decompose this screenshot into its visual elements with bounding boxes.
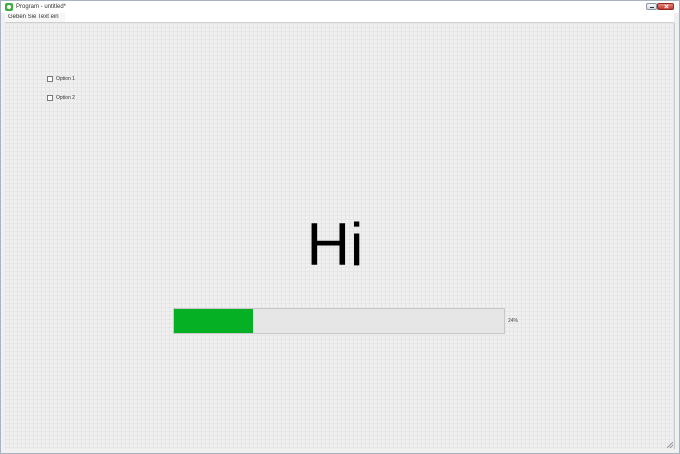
display-text: Hi (306, 211, 364, 278)
app-icon (5, 3, 13, 11)
progress-bar (173, 308, 505, 334)
content-canvas: Option 1 Option 2 Hi 24% (5, 23, 675, 449)
checkbox-box[interactable] (47, 76, 53, 82)
text-input[interactable] (5, 13, 65, 22)
checkbox-box[interactable] (47, 95, 53, 101)
input-bar (5, 13, 674, 23)
window-title: Program - untitled* (16, 4, 67, 10)
close-button[interactable] (657, 3, 674, 10)
checkbox-option-1[interactable]: Option 1 (47, 75, 75, 83)
checkbox-label[interactable]: Option 1 (56, 76, 75, 82)
progress-percent: 24% (508, 318, 519, 324)
checkbox-option-2[interactable]: Option 2 (47, 94, 75, 102)
resize-grip-icon[interactable] (667, 442, 673, 448)
app-window: Program - untitled* Option 1 Option 2 Hi… (0, 0, 680, 454)
title-bar[interactable]: Program - untitled* (1, 1, 679, 13)
progress-fill (174, 309, 254, 333)
minimize-button[interactable] (646, 3, 657, 10)
checkbox-label[interactable]: Option 2 (56, 95, 75, 101)
